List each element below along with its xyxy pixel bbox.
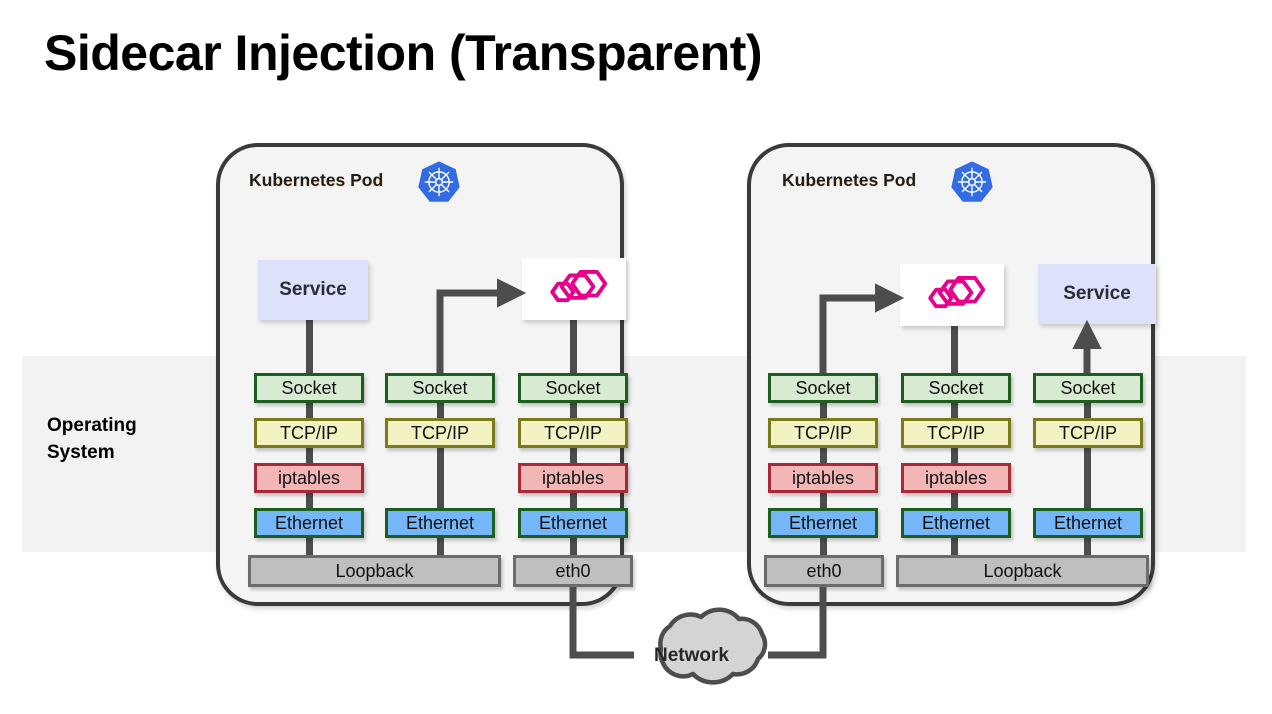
layer-iptables: iptables (518, 463, 628, 493)
network-label: Network (654, 645, 729, 666)
wire-right-col3-tcpip-ethernet (1084, 445, 1091, 512)
layer-tcpip: TCP/IP (385, 418, 495, 448)
layer-socket: Socket (901, 373, 1011, 403)
page-title: Sidecar Injection (Transparent) (44, 25, 763, 81)
layer-socket: Socket (1033, 373, 1143, 403)
wire-left-col3-ethernet-eth0 (570, 535, 577, 557)
wire-right-col3-ethernet-loopback (1084, 535, 1091, 557)
pod-title-right: Kubernetes Pod (782, 170, 917, 190)
envoy-logo-icon (550, 269, 608, 303)
wire-left-envoy-to-socket (570, 318, 577, 376)
wire-left-col2-tcpip-ethernet (437, 445, 444, 512)
layer-ethernet: Ethernet (768, 508, 878, 538)
envoy-logo-icon (928, 275, 986, 309)
wire-left-col1-ethernet-loopback (306, 535, 313, 557)
layer-socket: Socket (385, 373, 495, 403)
layer-iptables: iptables (768, 463, 878, 493)
layer-ethernet: Ethernet (254, 508, 364, 538)
kubernetes-icon (951, 161, 993, 202)
envoy-box-left[interactable] (522, 258, 626, 320)
envoy-box-right[interactable] (900, 264, 1004, 326)
wire-right-envoy-to-socket (951, 322, 958, 376)
wire-right-col1-ethernet-eth0 (820, 535, 827, 557)
layer-tcpip: TCP/IP (254, 418, 364, 448)
service-box-left[interactable]: Service (258, 260, 368, 320)
nic-eth0-right: eth0 (764, 555, 884, 587)
layer-socket: Socket (254, 373, 364, 403)
wire-right-col2-ethernet-loopback (951, 535, 958, 557)
operating-system-label: Operating System (47, 415, 137, 463)
layer-socket: Socket (768, 373, 878, 403)
layer-ethernet: Ethernet (385, 508, 495, 538)
layer-socket: Socket (518, 373, 628, 403)
wire-left-col2-ethernet-loopback (437, 535, 444, 557)
kubernetes-icon (418, 161, 460, 202)
layer-ethernet: Ethernet (901, 508, 1011, 538)
layer-ethernet: Ethernet (518, 508, 628, 538)
layer-ethernet: Ethernet (1033, 508, 1143, 538)
service-box-right[interactable]: Service (1038, 264, 1156, 324)
nic-eth0-left: eth0 (513, 555, 633, 587)
layer-tcpip: TCP/IP (1033, 418, 1143, 448)
layer-iptables: iptables (901, 463, 1011, 493)
wire-left-service-to-socket (306, 318, 313, 376)
layer-tcpip: TCP/IP (768, 418, 878, 448)
layer-tcpip: TCP/IP (901, 418, 1011, 448)
nic-loopback-left: Loopback (248, 555, 501, 587)
nic-loopback-right: Loopback (896, 555, 1149, 587)
layer-tcpip: TCP/IP (518, 418, 628, 448)
pod-title-left: Kubernetes Pod (249, 170, 384, 190)
layer-iptables: iptables (254, 463, 364, 493)
